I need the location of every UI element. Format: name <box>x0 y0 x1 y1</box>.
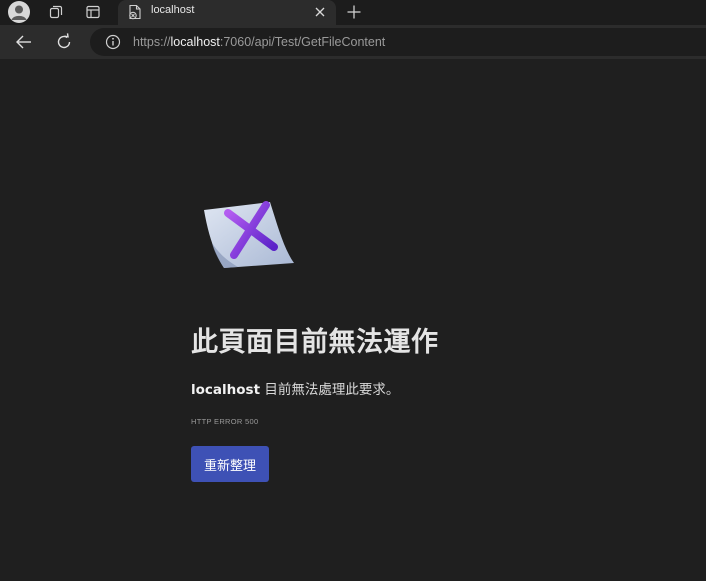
url-text: https://localhost:7060/api/Test/GetFileC… <box>133 35 385 49</box>
tab-title: localhost <box>151 4 195 16</box>
url-scheme: https:// <box>133 35 171 49</box>
error-message-text: 目前無法處理此要求。 <box>260 382 400 398</box>
reload-button[interactable]: 重新整理 <box>191 446 269 482</box>
refresh-icon[interactable] <box>54 32 74 52</box>
active-tab[interactable]: localhost <box>118 0 336 25</box>
address-bar[interactable]: https://localhost:7060/api/Test/GetFileC… <box>90 28 706 56</box>
error-code: HTTP ERROR 500 <box>191 417 259 426</box>
page-error-icon <box>127 4 143 20</box>
error-message: localhost 目前無法處理此要求。 <box>191 378 399 398</box>
workspaces-icon[interactable] <box>45 1 67 23</box>
tab-strip: localhost <box>0 0 706 25</box>
back-arrow-icon[interactable] <box>14 32 34 52</box>
tab-actions-icon[interactable] <box>82 1 104 23</box>
close-icon[interactable] <box>312 4 328 20</box>
url-path: :7060/api/Test/GetFileContent <box>219 35 386 49</box>
browser-window: localhost https://localhost:7060/api/Tes… <box>0 0 706 581</box>
profile-avatar-icon[interactable] <box>8 1 30 23</box>
error-illustration-icon <box>198 197 300 275</box>
info-icon[interactable] <box>105 34 121 50</box>
page-content: 此頁面目前無法運作 localhost 目前無法處理此要求。 HTTP ERRO… <box>0 59 706 581</box>
plus-icon[interactable] <box>344 2 364 22</box>
navigation-toolbar: https://localhost:7060/api/Test/GetFileC… <box>0 25 706 59</box>
error-heading: 此頁面目前無法運作 <box>191 327 439 358</box>
error-host: localhost <box>191 382 261 398</box>
url-host: localhost <box>170 35 220 49</box>
